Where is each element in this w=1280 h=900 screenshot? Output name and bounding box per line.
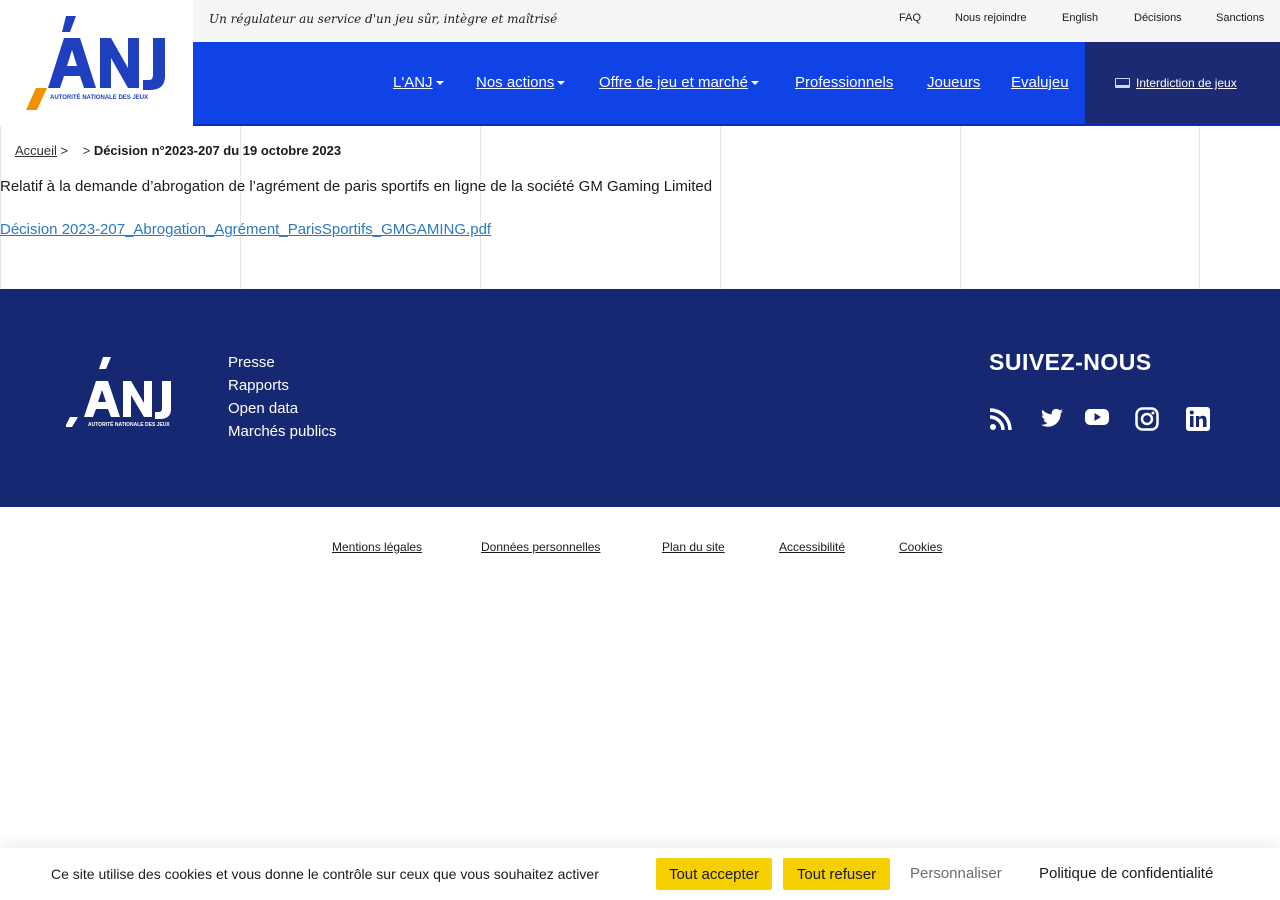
nav-item-anj[interactable]: L'ANJ [393,74,444,91]
nav-item-professionnels[interactable]: Professionnels [795,74,893,91]
decision-pdf-link[interactable]: Décision 2023-207_Abrogation_Agrément_Pa… [0,221,491,238]
top-link-sanctions[interactable]: Sanctions [1216,12,1264,24]
legal-link-accessibilite[interactable]: Accessibilité [779,540,845,554]
top-link-faq[interactable]: FAQ [899,12,921,24]
legal-links: Mentions légales Données personnelles Pl… [0,540,1280,560]
tagline: Un régulateur au service d'un jeu sûr, i… [209,12,558,26]
site-header: AUTORITÉ NATIONALE DES JEUX Un régulateu… [0,0,1280,126]
instagram-icon[interactable] [1135,407,1161,431]
footer-links: Presse Rapports Open data Marchés public… [228,351,336,443]
breadcrumb-separator: > [60,143,69,158]
nav-item-joueurs[interactable]: Joueurs [927,74,980,91]
interdiction-de-jeux-button[interactable]: Interdiction de jeux [1085,42,1280,124]
grid-line [720,126,721,289]
footer-link-marches-publics[interactable]: Marchés publics [228,420,336,443]
follow-us-title: SUIVEZ-NOUS [989,349,1152,375]
cookie-message: Ce site utilise des cookies et vous donn… [51,866,599,882]
top-utility-bar: Un régulateur au service d'un jeu sûr, i… [193,0,1280,42]
accept-all-cookies-button[interactable]: Tout accepter [656,858,772,890]
anj-logo: AUTORITÉ NATIONALE DES JEUX [26,16,165,110]
grid-line [0,126,1,289]
logo-subtitle: AUTORITÉ NATIONALE DES JEUX [50,93,148,101]
caret-down-icon [435,81,444,86]
nav-item-label: Offre de jeu et marché [599,74,748,91]
breadcrumb-home-link[interactable]: Accueil [15,143,57,158]
cookie-consent-bar: Ce site utilise des cookies et vous donn… [0,848,1280,900]
nav-item-label: Nos actions [476,74,555,91]
caret-down-icon [557,81,566,86]
decision-description: Relatif à la demande d’abrogation de l’a… [0,178,713,195]
footer-link-presse[interactable]: Presse [228,351,336,374]
top-link-nous-rejoindre[interactable]: Nous rejoindre [955,12,1027,24]
anj-logo-link[interactable]: AUTORITÉ NATIONALE DES JEUX [0,0,193,125]
linkedin-icon[interactable] [1186,407,1212,431]
footer-link-rapports[interactable]: Rapports [228,374,336,397]
top-link-english[interactable]: English [1062,12,1098,24]
grid-line [960,126,961,289]
interdiction-content: Interdiction de jeux [1115,76,1237,90]
main-content: Accueil > > Décision n°2023-207 du 19 oc… [0,126,1280,289]
nav-item-label: L'ANJ [393,74,433,91]
caret-down-icon [750,81,759,86]
nav-item-evalujeu[interactable]: Evalujeu [1011,74,1069,91]
legal-link-cookies[interactable]: Cookies [899,540,942,554]
customize-cookies-button[interactable]: Personnaliser [910,865,1002,882]
top-link-decisions[interactable]: Décisions [1134,12,1182,24]
nav-item-label: Evalujeu [1011,74,1069,91]
legal-link-plan-du-site[interactable]: Plan du site [662,540,725,554]
footer-anj-logo: AUTORITÉ NATIONALE DES JEUX [65,357,171,428]
nav-item-label: Joueurs [927,74,981,91]
breadcrumb-current: Décision n°2023-207 du 19 octobre 2023 [93,143,342,158]
footer-logo-link[interactable]: AUTORITÉ NATIONALE DES JEUX [65,355,178,431]
site-footer: AUTORITÉ NATIONALE DES JEUX Presse Rappo… [0,289,1280,507]
refuse-all-cookies-button[interactable]: Tout refuser [783,858,890,890]
legal-link-mentions-legales[interactable]: Mentions légales [332,540,422,554]
footer-logo-subtitle: AUTORITÉ NATIONALE DES JEUX [88,420,170,428]
legal-link-donnees-personnelles[interactable]: Données personnelles [481,540,600,554]
rss-icon[interactable] [989,407,1015,431]
grid-line [1199,126,1200,289]
breadcrumb: Accueil > > Décision n°2023-207 du 19 oc… [15,143,341,158]
youtube-icon[interactable] [1085,407,1111,431]
main-navigation: L'ANJ Nos actions Offre de jeu et marché… [193,42,1280,126]
nav-item-offre-de-jeu[interactable]: Offre de jeu et marché [599,74,759,91]
nav-item-nos-actions[interactable]: Nos actions [476,74,566,91]
grid-line [480,126,481,289]
breadcrumb-separator: > [82,143,91,158]
twitter-icon[interactable] [1040,407,1066,431]
laptop-icon [1115,78,1130,88]
privacy-policy-link[interactable]: Politique de confidentialité [1039,865,1213,882]
footer-link-open-data[interactable]: Open data [228,397,336,420]
interdiction-label: Interdiction de jeux [1136,76,1237,90]
nav-item-label: Professionnels [795,74,894,91]
